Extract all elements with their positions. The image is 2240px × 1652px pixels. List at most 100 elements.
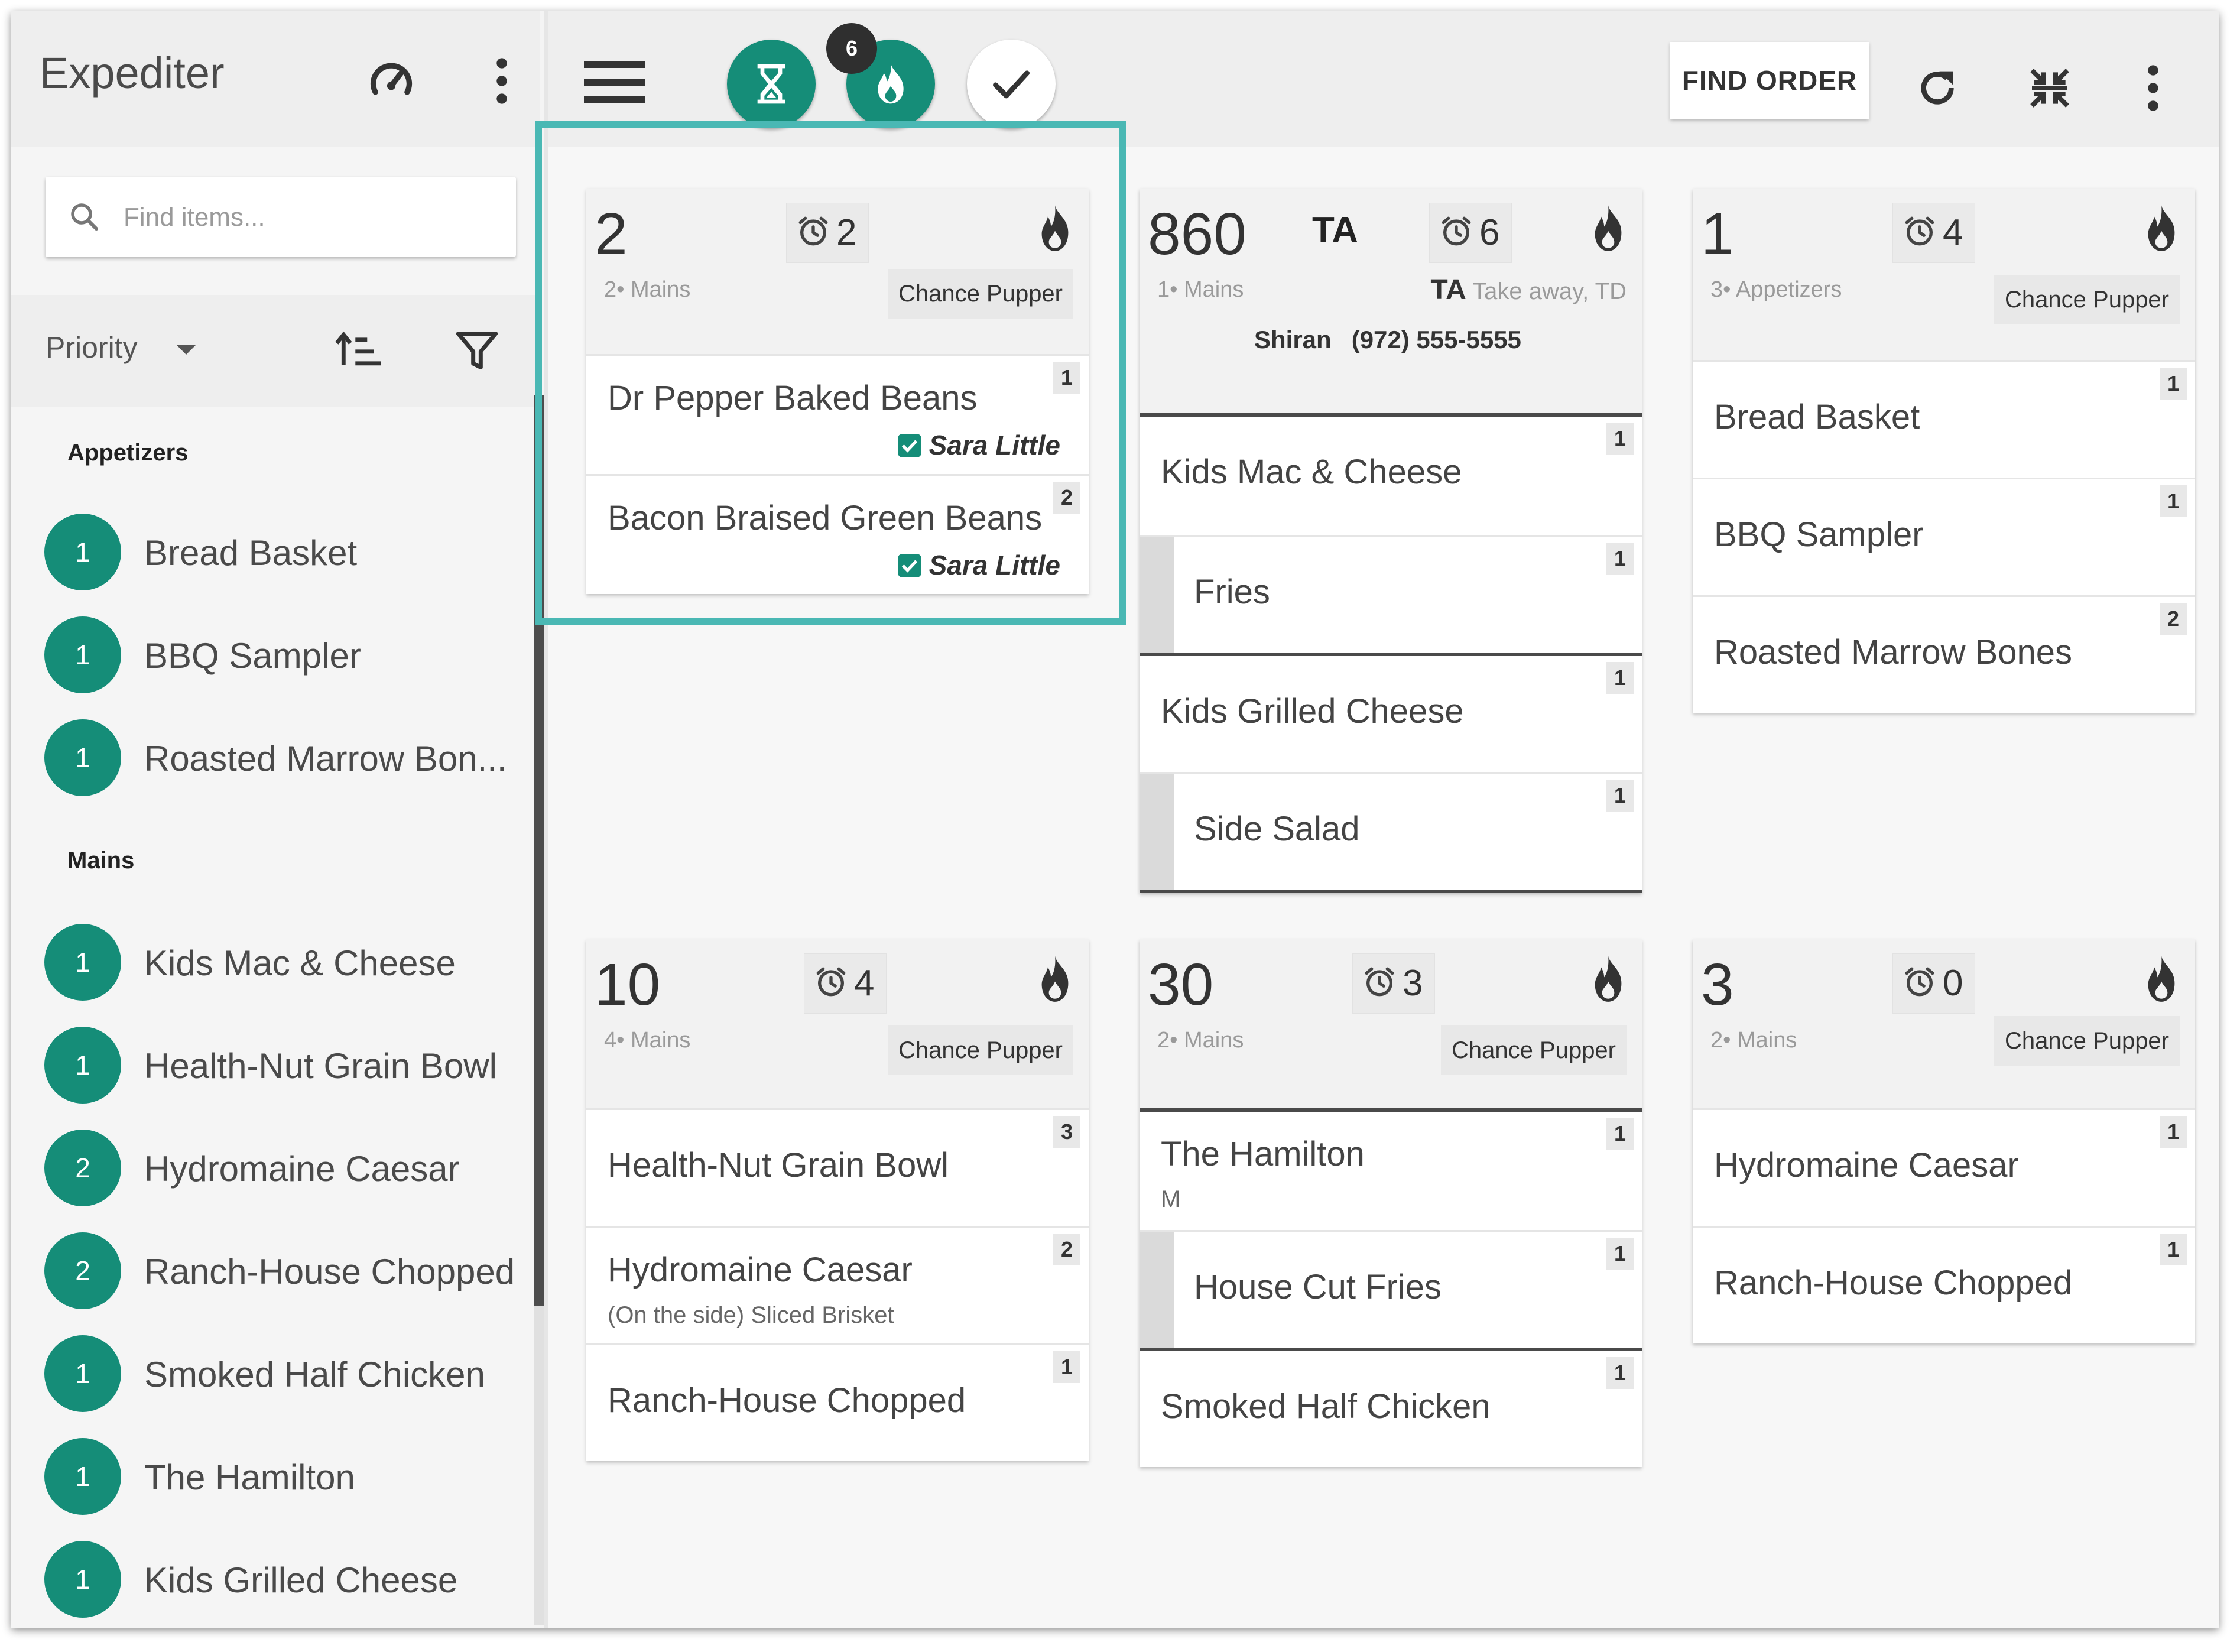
sidebar-item-roasted-marrow-bones[interactable]: 1 Roasted Marrow Bon... <box>11 713 531 802</box>
quantity-badge: 3 <box>1053 1116 1080 1148</box>
sidebar-header: Expediter <box>11 11 540 147</box>
order-item-row[interactable]: Kids Mac & Cheese 1 <box>1140 413 1642 535</box>
order-item-row[interactable]: Bread Basket 1 <box>1693 360 2195 478</box>
order-item-row[interactable]: Smoked Half Chicken 1 <box>1140 1348 1642 1467</box>
check-icon <box>993 70 1030 99</box>
search-icon <box>71 203 98 231</box>
elapsed-timer: 4 <box>804 953 887 1014</box>
order-card-header[interactable]: 10 4 4• Mains Chance Pupper <box>586 939 1089 1108</box>
alarm-clock-icon <box>1905 216 1934 246</box>
order-card-header[interactable]: 1 4 3• Appetizers Chance Pupper <box>1693 189 2195 360</box>
app-title: Expediter <box>40 48 225 98</box>
order-card-860[interactable]: 860 TA 6 1• Mains TA Take away, TD Shira… <box>1140 189 1642 893</box>
customer-name: Shiran <box>1254 326 1332 353</box>
find-items-input[interactable] <box>122 193 491 242</box>
course-label: 2• Mains <box>1710 1028 1797 1053</box>
fire-icon <box>1595 956 1622 1002</box>
customer-info: Shiran (972) 555-5555 <box>1254 326 1521 354</box>
alarm-clock-icon <box>1905 967 1934 997</box>
fire-icon <box>2148 956 2175 1002</box>
order-card-10[interactable]: 10 4 4• Mains Chance Pupper Health-Nut G… <box>586 939 1089 1461</box>
order-item-row[interactable]: Kids Grilled Cheese 1 <box>1140 653 1642 772</box>
item-name: BBQ Sampler <box>1714 515 1924 554</box>
modifier-row[interactable]: Side Salad 1 <box>1140 772 1642 893</box>
order-item-row[interactable]: Ranch-House Chopped 1 <box>586 1343 1089 1461</box>
order-item-row[interactable]: The Hamilton M 1 <box>1140 1108 1642 1230</box>
pending-orders-button[interactable] <box>727 40 816 128</box>
sidebar-item-health-nut-grain-bowl[interactable]: 1 Health-Nut Grain Bowl <box>11 1021 531 1109</box>
quantity-badge: 1 <box>1606 780 1634 812</box>
chevron-down-icon[interactable] <box>177 345 196 355</box>
sidebar-item-bread-basket[interactable]: 1 Bread Basket <box>11 508 531 596</box>
quantity-badge: 1 <box>1606 543 1634 575</box>
order-card-1[interactable]: 1 4 3• Appetizers Chance Pupper Bread Ba… <box>1693 189 2195 713</box>
item-name: Kids Mac & Cheese <box>1161 453 1462 491</box>
quantity-badge: 2 <box>1053 1234 1080 1265</box>
order-card-3[interactable]: 3 0 2• Mains Chance Pupper Hydromaine Ca… <box>1693 939 2195 1343</box>
server-name-chip: Chance Pupper <box>888 1025 1073 1075</box>
order-card-30[interactable]: 30 3 2• Mains Chance Pupper The Hamilton… <box>1140 939 1642 1467</box>
count-badge: 1 <box>44 924 121 1001</box>
quantity-badge: 1 <box>1606 1357 1634 1389</box>
modifier-row[interactable]: House Cut Fries 1 <box>1140 1230 1642 1348</box>
order-item-row[interactable]: Health-Nut Grain Bowl 3 <box>586 1108 1089 1226</box>
order-item-row[interactable]: BBQ Sampler 1 <box>1693 478 2195 595</box>
order-item-row[interactable]: Ranch-House Chopped 1 <box>1693 1226 2195 1343</box>
item-note: (On the side) Sliced Brisket <box>608 1302 894 1328</box>
speedometer-icon[interactable] <box>366 56 417 107</box>
sidebar-item-bbq-sampler[interactable]: 1 BBQ Sampler <box>11 611 531 699</box>
modifier-row[interactable]: Fries 1 <box>1140 535 1642 653</box>
completed-orders-button[interactable] <box>967 40 1056 128</box>
item-name: Kids Grilled Cheese <box>1161 692 1464 731</box>
order-number: 30 <box>1148 952 1214 1018</box>
order-card-header[interactable]: 3 0 2• Mains Chance Pupper <box>1693 939 2195 1108</box>
item-name: Smoked Half Chicken <box>144 1355 485 1394</box>
find-order-button[interactable]: FIND ORDER <box>1670 42 1869 119</box>
alarm-clock-icon <box>816 967 846 997</box>
item-name: Side Salad <box>1194 810 1360 848</box>
item-name: Hydromaine Caesar <box>144 1149 460 1189</box>
order-number: 860 <box>1148 201 1246 267</box>
course-label: 1• Mains <box>1157 277 1244 302</box>
quantity-badge: 1 <box>2160 1234 2187 1265</box>
sort-dropdown-label[interactable]: Priority <box>46 330 138 365</box>
elapsed-timer: 6 <box>1429 203 1512 263</box>
sidebar-more-icon[interactable] <box>496 57 508 105</box>
sidebar-item-kids-mac-cheese[interactable]: 1 Kids Mac & Cheese <box>11 918 531 1007</box>
quantity-badge: 1 <box>1606 423 1634 455</box>
count-badge: 1 <box>44 1541 121 1618</box>
item-name: Roasted Marrow Bon... <box>144 739 507 778</box>
sidebar-item-hydromaine-caesar[interactable]: 2 Hydromaine Caesar <box>11 1124 531 1212</box>
order-item-row[interactable]: Roasted Marrow Bones 2 <box>1693 595 2195 713</box>
order-item-row[interactable]: Hydromaine Caesar 1 <box>1693 1108 2195 1226</box>
order-item-row[interactable]: Hydromaine Caesar (On the side) Sliced B… <box>586 1226 1089 1343</box>
menu-icon[interactable] <box>584 59 645 106</box>
hourglass-icon <box>757 64 785 104</box>
sidebar-item-kids-grilled-cheese[interactable]: 1 Kids Grilled Cheese <box>11 1535 531 1624</box>
quantity-badge: 1 <box>2160 485 2187 517</box>
order-number: 10 <box>595 952 661 1018</box>
elapsed-time-value: 0 <box>1943 963 1963 1004</box>
elapsed-timer: 3 <box>1352 953 1436 1014</box>
fire-icon <box>878 63 904 104</box>
section-heading-appetizers: Appetizers <box>67 440 189 466</box>
item-name: Health-Nut Grain Bowl <box>144 1046 497 1086</box>
course-label: 3• Appetizers <box>1710 277 1842 302</box>
filter-icon[interactable] <box>455 328 499 373</box>
item-name: Kids Mac & Cheese <box>144 943 456 983</box>
item-name: The Hamilton <box>1161 1135 1365 1173</box>
sidebar-item-smoked-half-chicken[interactable]: 1 Smoked Half Chicken <box>11 1329 531 1418</box>
item-name: Ranch-House Chopped <box>608 1381 966 1420</box>
sidebar-item-ranch-house-chopped[interactable]: 2 Ranch-House Chopped <box>11 1226 531 1315</box>
order-card-header[interactable]: 30 3 2• Mains Chance Pupper <box>1140 939 1642 1108</box>
item-name: Hydromaine Caesar <box>608 1251 913 1289</box>
sidebar-item-the-hamilton[interactable]: 1 The Hamilton <box>11 1432 531 1521</box>
order-card-header[interactable]: 860 TA 6 1• Mains TA Take away, TD Shira… <box>1140 189 1642 413</box>
quantity-badge: 2 <box>2160 603 2187 635</box>
sort-order-icon[interactable] <box>335 329 382 371</box>
quantity-badge: 1 <box>1053 1351 1080 1383</box>
refresh-icon[interactable] <box>1914 64 1961 112</box>
elapsed-timer: 0 <box>1892 953 1976 1014</box>
collapse-icon[interactable] <box>2026 64 2073 112</box>
more-options-icon[interactable] <box>2144 64 2162 112</box>
